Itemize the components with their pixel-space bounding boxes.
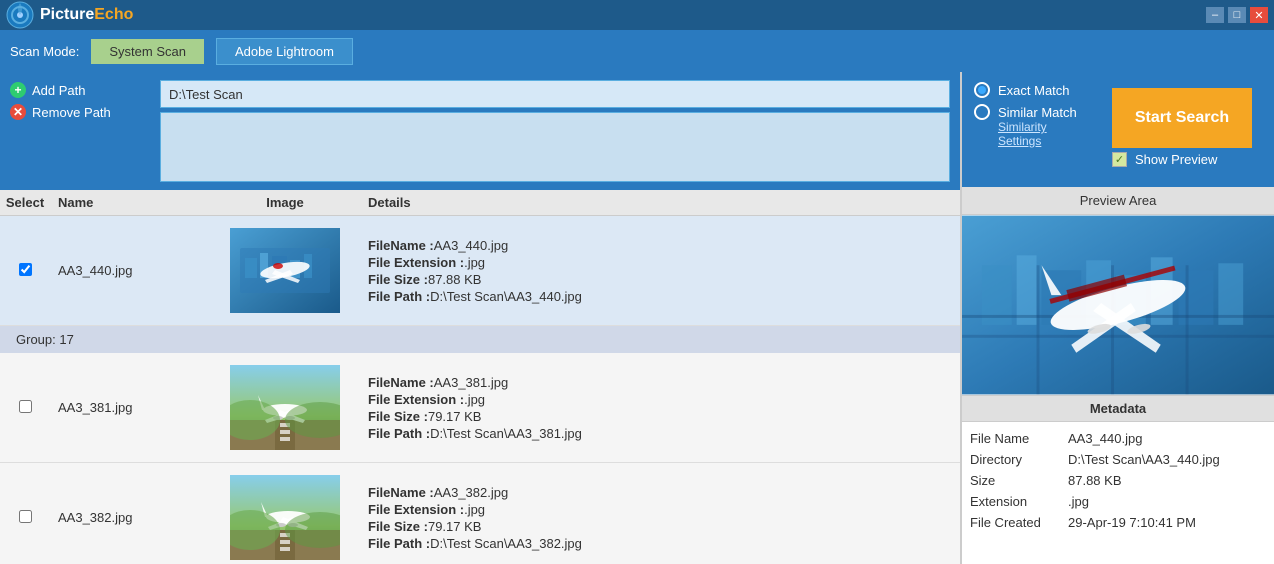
add-path-label: Add Path [32, 83, 86, 98]
metadata-table: File Name AA3_440.jpg Directory D:\Test … [962, 422, 1274, 539]
row-checkbox[interactable] [19, 510, 32, 523]
search-options: Exact Match Similar Match Similarity Set… [962, 72, 1090, 158]
show-preview-row: Show Preview [1112, 152, 1252, 167]
row-details: FileName :AA3_382.jpg File Extension :.j… [360, 475, 960, 561]
thumbnail-381 [230, 365, 340, 450]
show-preview-checkbox[interactable] [1112, 152, 1127, 167]
row-checkbox[interactable] [19, 400, 32, 413]
remove-icon: ✕ [10, 104, 26, 120]
main-window: PictureEcho – □ ✕ Scan Mode: System Scan… [0, 0, 1274, 564]
similar-match-radio[interactable] [974, 104, 990, 120]
similarity-settings-link[interactable]: Similarity Settings [998, 120, 1078, 148]
meta-key-size: Size [970, 473, 1060, 488]
path-controls: + Add Path ✕ Remove Path [10, 80, 150, 182]
row-select-cell [0, 400, 50, 416]
close-button[interactable]: ✕ [1250, 7, 1268, 23]
row-name: AA3_382.jpg [50, 510, 210, 525]
scan-mode-label: Scan Mode: [10, 44, 79, 59]
meta-row-filename: File Name AA3_440.jpg [970, 428, 1266, 449]
preview-area-header: Preview Area [962, 187, 1274, 215]
search-options-bar: Exact Match Similar Match Similarity Set… [962, 72, 1274, 187]
meta-row-extension: Extension .jpg [970, 491, 1266, 512]
lightroom-button[interactable]: Adobe Lightroom [216, 38, 353, 65]
remove-path-button[interactable]: ✕ Remove Path [10, 104, 150, 120]
row-image [210, 222, 360, 319]
row-name: AA3_440.jpg [50, 263, 210, 278]
row-image [210, 469, 360, 564]
row-checkbox[interactable] [19, 263, 32, 276]
row-select-cell [0, 263, 50, 279]
col-header-name: Name [50, 195, 210, 210]
window-controls: – □ ✕ [1206, 7, 1268, 23]
row-image [210, 359, 360, 456]
similar-match-row: Similar Match [974, 104, 1078, 120]
system-scan-button[interactable]: System Scan [91, 39, 204, 64]
add-path-button[interactable]: + Add Path [10, 82, 150, 98]
similar-match-label: Similar Match [998, 105, 1077, 120]
metadata-header: Metadata [962, 395, 1274, 422]
thumbnail-440 [230, 228, 340, 313]
path-input[interactable] [160, 80, 950, 108]
minimize-button[interactable]: – [1206, 7, 1224, 23]
results-area: Select Name Image Details AA3_440.jpg [0, 190, 960, 564]
exact-match-row: Exact Match [974, 82, 1078, 98]
meta-key-created: File Created [970, 515, 1060, 530]
start-search-col: Start Search Show Preview [1090, 72, 1274, 179]
path-list [160, 112, 950, 182]
meta-key-directory: Directory [970, 452, 1060, 467]
restore-button[interactable]: □ [1228, 7, 1246, 23]
exact-match-radio[interactable] [974, 82, 990, 98]
path-input-area [160, 80, 950, 182]
metadata-section: Metadata File Name AA3_440.jpg Directory… [962, 395, 1274, 564]
table-row: AA3_440.jpg [0, 216, 960, 326]
meta-val-filename: AA3_440.jpg [1068, 431, 1266, 446]
titlebar: PictureEcho – □ ✕ [0, 0, 1274, 30]
meta-row-size: Size 87.88 KB [970, 470, 1266, 491]
meta-val-directory: D:\Test Scan\AA3_440.jpg [1068, 452, 1266, 467]
app-logo-icon [6, 1, 34, 29]
right-panel: Exact Match Similar Match Similarity Set… [960, 72, 1274, 564]
meta-row-created: File Created 29-Apr-19 7:10:41 PM [970, 512, 1266, 533]
start-search-button[interactable]: Start Search [1112, 88, 1252, 148]
main-content: + Add Path ✕ Remove Path Select [0, 72, 1274, 564]
left-panel: + Add Path ✕ Remove Path Select [0, 72, 960, 564]
group-separator: Group: 17 [0, 326, 960, 353]
table-row: AA3_382.jpg [0, 463, 960, 564]
row-details: FileName :AA3_381.jpg File Extension :.j… [360, 365, 960, 451]
show-preview-label: Show Preview [1135, 152, 1217, 167]
meta-val-created: 29-Apr-19 7:10:41 PM [1068, 515, 1266, 530]
exact-match-label: Exact Match [998, 83, 1070, 98]
meta-key-extension: Extension [970, 494, 1060, 509]
meta-key-filename: File Name [970, 431, 1060, 446]
path-section: + Add Path ✕ Remove Path [0, 72, 960, 190]
meta-row-directory: Directory D:\Test Scan\AA3_440.jpg [970, 449, 1266, 470]
col-header-image: Image [210, 195, 360, 210]
meta-val-extension: .jpg [1068, 494, 1266, 509]
app-title: PictureEcho [40, 6, 133, 24]
table-row: AA3_381.jpg [0, 353, 960, 463]
col-header-select: Select [0, 195, 50, 210]
thumbnail-382 [230, 475, 340, 560]
preview-image-container [962, 215, 1274, 395]
remove-path-label: Remove Path [32, 105, 111, 120]
toolbar: Scan Mode: System Scan Adobe Lightroom [0, 30, 1274, 72]
results-header: Select Name Image Details [0, 190, 960, 216]
preview-image [962, 215, 1274, 395]
meta-val-size: 87.88 KB [1068, 473, 1266, 488]
app-logo: PictureEcho [6, 1, 133, 29]
row-name: AA3_381.jpg [50, 400, 210, 415]
row-select-cell [0, 510, 50, 526]
row-details: FileName :AA3_440.jpg File Extension :.j… [360, 228, 960, 314]
add-icon: + [10, 82, 26, 98]
col-header-details: Details [360, 195, 960, 210]
